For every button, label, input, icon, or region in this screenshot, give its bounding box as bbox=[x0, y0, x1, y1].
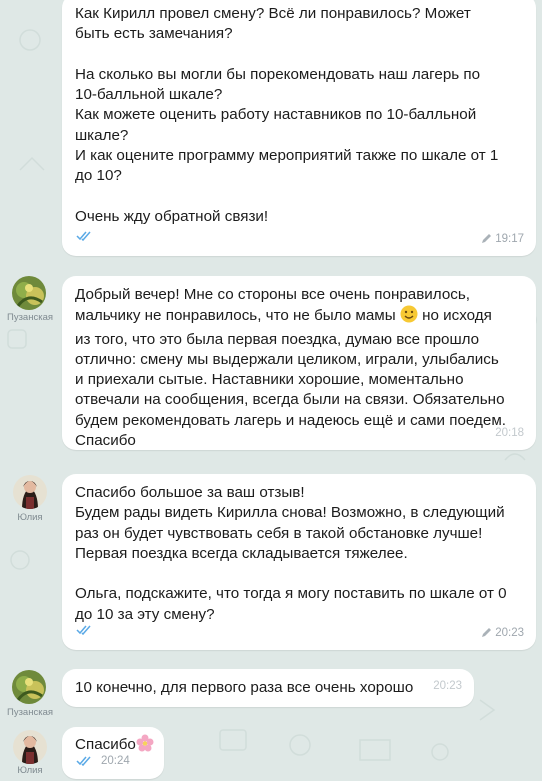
edited-pencil-icon bbox=[482, 234, 492, 244]
sender-name: Юлия bbox=[17, 512, 43, 523]
message-bubble[interactable]: 10 конечно, для первого раза все очень х… bbox=[62, 669, 474, 707]
avatar-puzanskaya[interactable] bbox=[12, 670, 46, 704]
avatar-yulia[interactable] bbox=[13, 475, 47, 509]
edited-pencil-icon bbox=[482, 628, 492, 638]
smiling-face-emoji bbox=[400, 305, 418, 329]
read-checkmarks-icon bbox=[76, 227, 92, 247]
message-meta: 20:23 bbox=[433, 676, 462, 696]
message-meta: 19:17 bbox=[481, 229, 524, 249]
message-time: 20:24 bbox=[101, 754, 130, 767]
message-meta: 20:24 bbox=[76, 751, 130, 771]
message-text: Добрый вечер! Мне со стороны все очень п… bbox=[75, 286, 507, 450]
read-checkmarks-icon bbox=[76, 621, 92, 641]
message-bubble[interactable]: Как Кирилл провел смену? Всё ли понравил… bbox=[62, 0, 536, 256]
message-bubble[interactable]: Добрый вечер! Мне со стороны все очень п… bbox=[62, 276, 536, 450]
message-text: 10 конечно, для первого раза все очень х… bbox=[75, 679, 414, 696]
cherry-blossom-emoji bbox=[136, 734, 154, 758]
message-text: Как Кирилл провел смену? Всё ли понравил… bbox=[75, 5, 499, 225]
avatar-yulia[interactable] bbox=[13, 730, 47, 764]
sender-name: Пузанская bbox=[6, 707, 53, 718]
sender-name: Пузанская bbox=[6, 312, 53, 323]
read-checkmarks-icon bbox=[76, 756, 91, 766]
message-bubble[interactable]: Спасибо большое за ваш отзыв! Будем рады… bbox=[62, 474, 536, 650]
message-time: 20:18 bbox=[495, 426, 524, 439]
message-text: Спасибо большое за ваш отзыв! Будем рады… bbox=[75, 484, 507, 623]
message-meta: 20:23 bbox=[481, 623, 524, 643]
message-meta: 20:18 bbox=[495, 423, 524, 443]
message-time: 20:23 bbox=[495, 626, 524, 639]
avatar-puzanskaya[interactable] bbox=[12, 276, 46, 310]
sender-name: Юлия bbox=[17, 765, 43, 776]
message-time: 20:23 bbox=[433, 679, 462, 692]
message-bubble[interactable]: Спасибо 20:24 bbox=[62, 727, 164, 779]
message-time: 19:17 bbox=[495, 232, 524, 245]
